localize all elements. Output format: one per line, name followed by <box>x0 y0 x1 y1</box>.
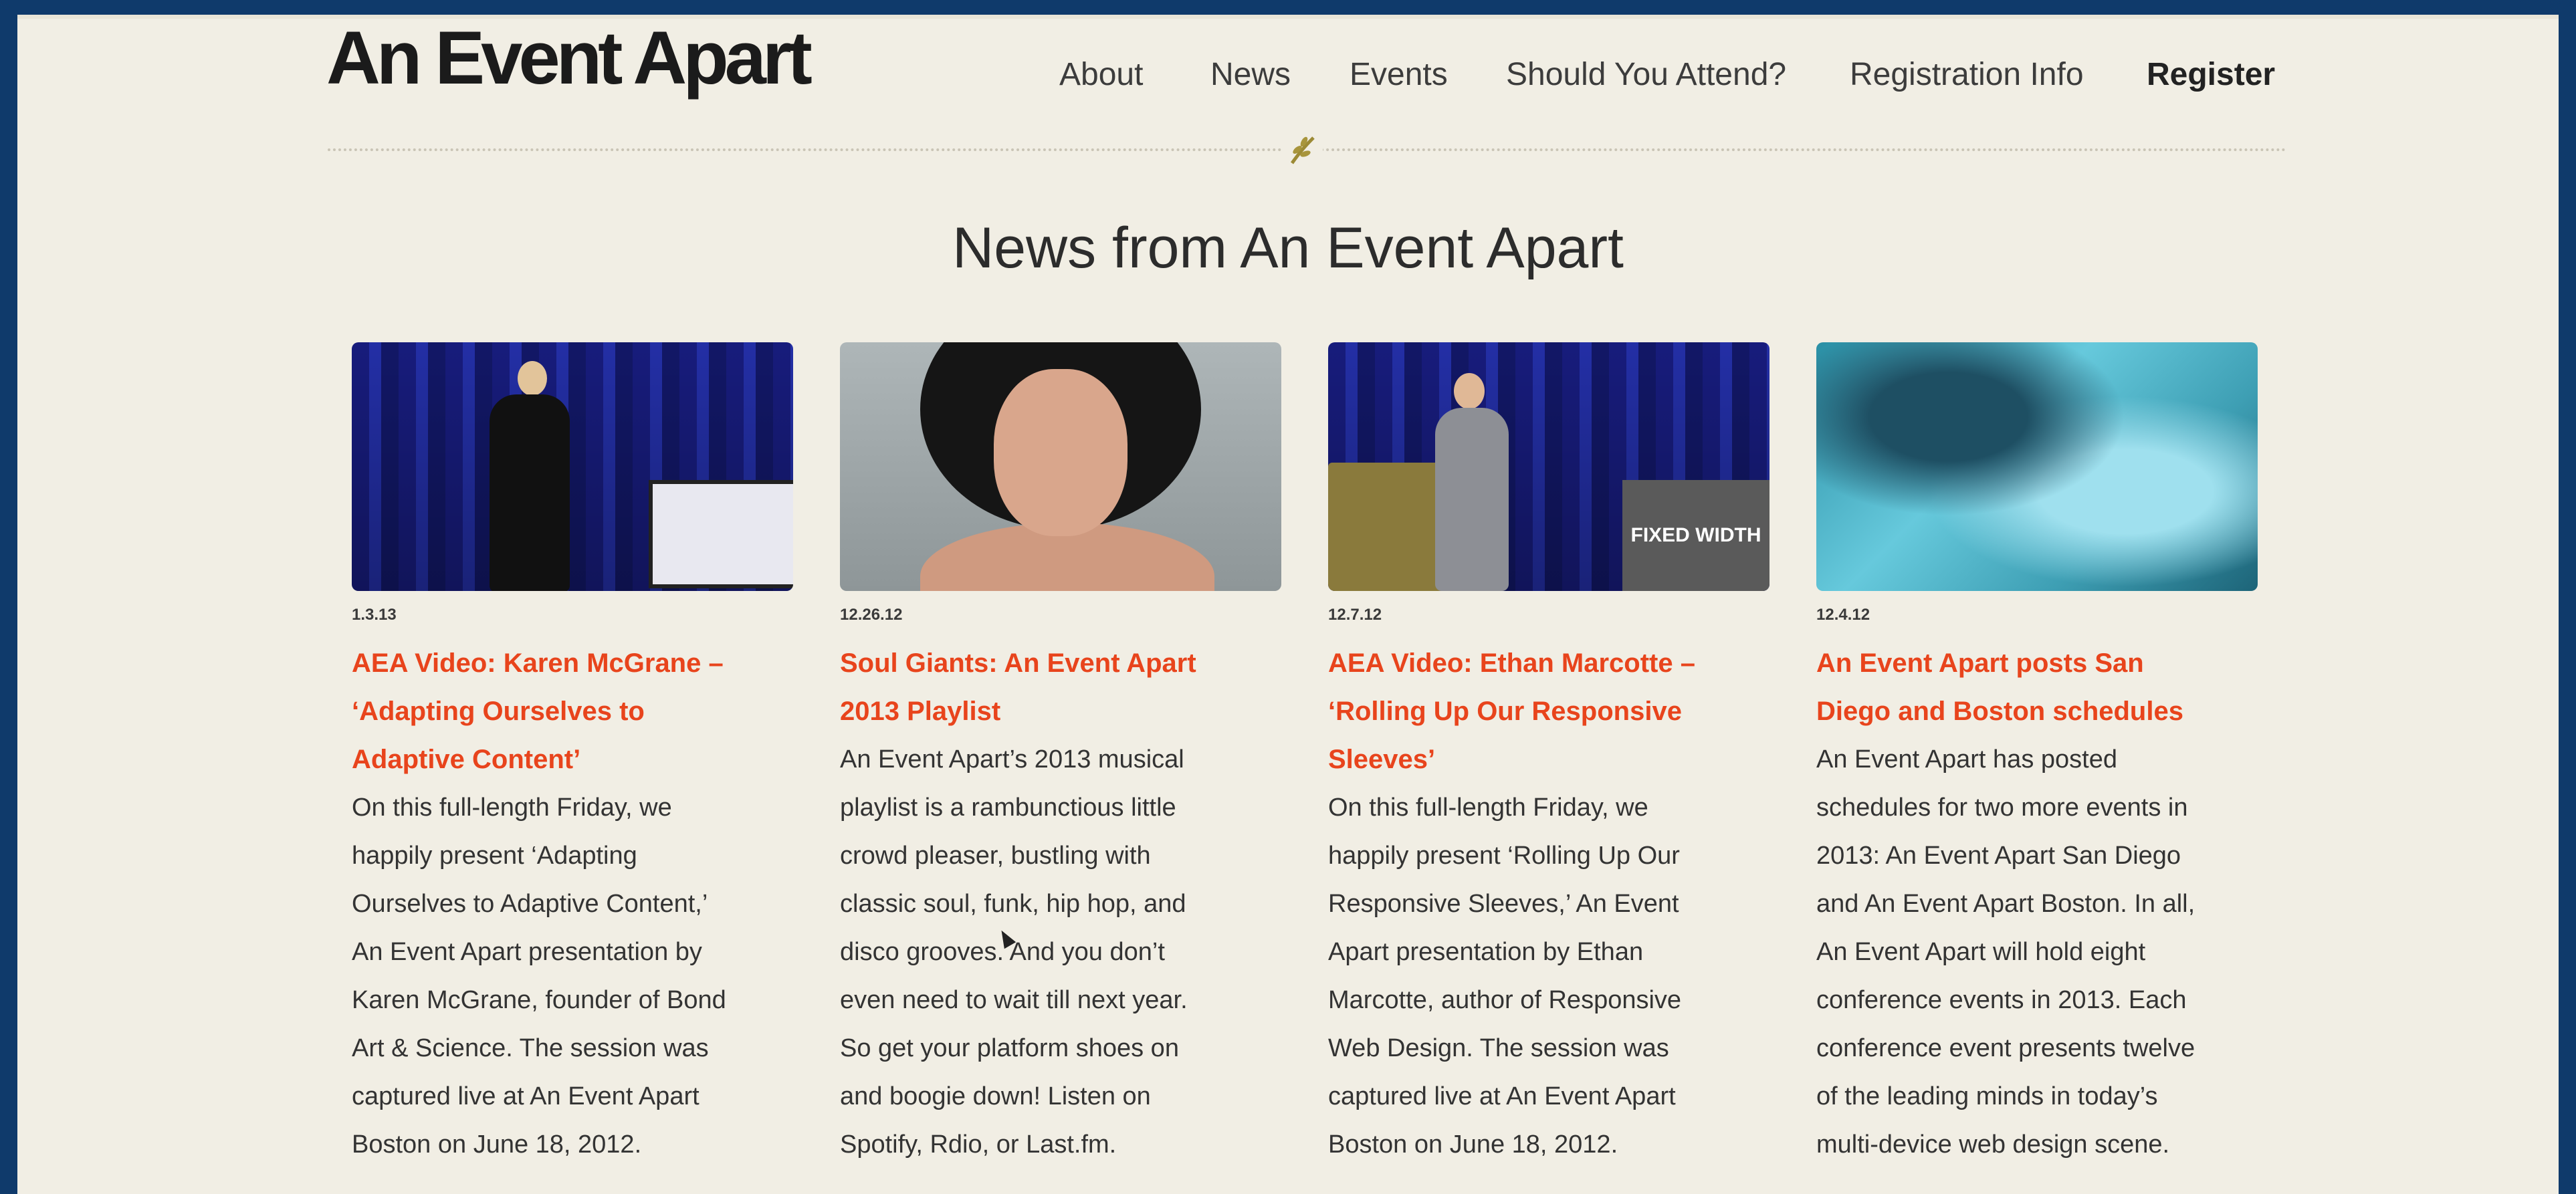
slide-label: FIXED WIDTH <box>1622 480 1769 591</box>
main-nav: About News Events Should You Attend? Reg… <box>17 41 2559 108</box>
news-thumbnail[interactable] <box>1816 342 2258 591</box>
news-excerpt: On this full-length Friday, we happily p… <box>352 794 726 1159</box>
page: An Event Apart About News Events Should … <box>17 15 2559 1194</box>
nav-events[interactable]: Events <box>1350 56 1448 93</box>
news-card: 1.3.13 AEA Video: Karen McGrane – ‘Adapt… <box>352 342 793 1169</box>
nav-registration-info[interactable]: Registration Info <box>1850 56 2084 93</box>
news-title[interactable]: AEA Video: Karen McGrane – ‘Adapting Our… <box>352 639 793 784</box>
news-card: FIXED WIDTH 12.7.12 AEA Video: Ethan Mar… <box>1328 342 1769 1169</box>
news-date: 12.4.12 <box>1816 606 1870 624</box>
news-title[interactable]: AEA Video: Ethan Marcotte – ‘Rolling Up … <box>1328 639 1769 784</box>
nav-news[interactable]: News <box>1210 56 1291 93</box>
nav-register[interactable]: Register <box>2147 56 2275 93</box>
news-excerpt: On this full-length Friday, we happily p… <box>1328 794 1682 1159</box>
news-title[interactable]: An Event Apart posts San Diego and Bosto… <box>1816 639 2258 735</box>
news-date: 12.26.12 <box>840 606 903 624</box>
news-date: 1.3.13 <box>352 606 397 624</box>
news-card: 12.4.12 An Event Apart posts San Diego a… <box>1816 342 2258 1169</box>
page-title: News from An Event Apart <box>952 216 1624 280</box>
news-date: 12.7.12 <box>1328 606 1382 624</box>
news-title[interactable]: Soul Giants: An Event Apart 2013 Playlis… <box>840 639 1281 735</box>
news-excerpt: An Event Apart has posted schedules for … <box>1816 745 2195 1159</box>
news-thumbnail[interactable] <box>840 342 1281 591</box>
news-card: 12.26.12 Soul Giants: An Event Apart 201… <box>840 342 1281 1169</box>
nav-about[interactable]: About <box>1059 56 1143 93</box>
sprig-icon <box>1283 130 1323 170</box>
nav-should-you-attend[interactable]: Should You Attend? <box>1506 56 1786 93</box>
news-excerpt: An Event Apart’s 2013 musical playlist i… <box>840 745 1188 1159</box>
news-thumbnail[interactable] <box>352 342 793 591</box>
news-thumbnail[interactable]: FIXED WIDTH <box>1328 342 1769 591</box>
